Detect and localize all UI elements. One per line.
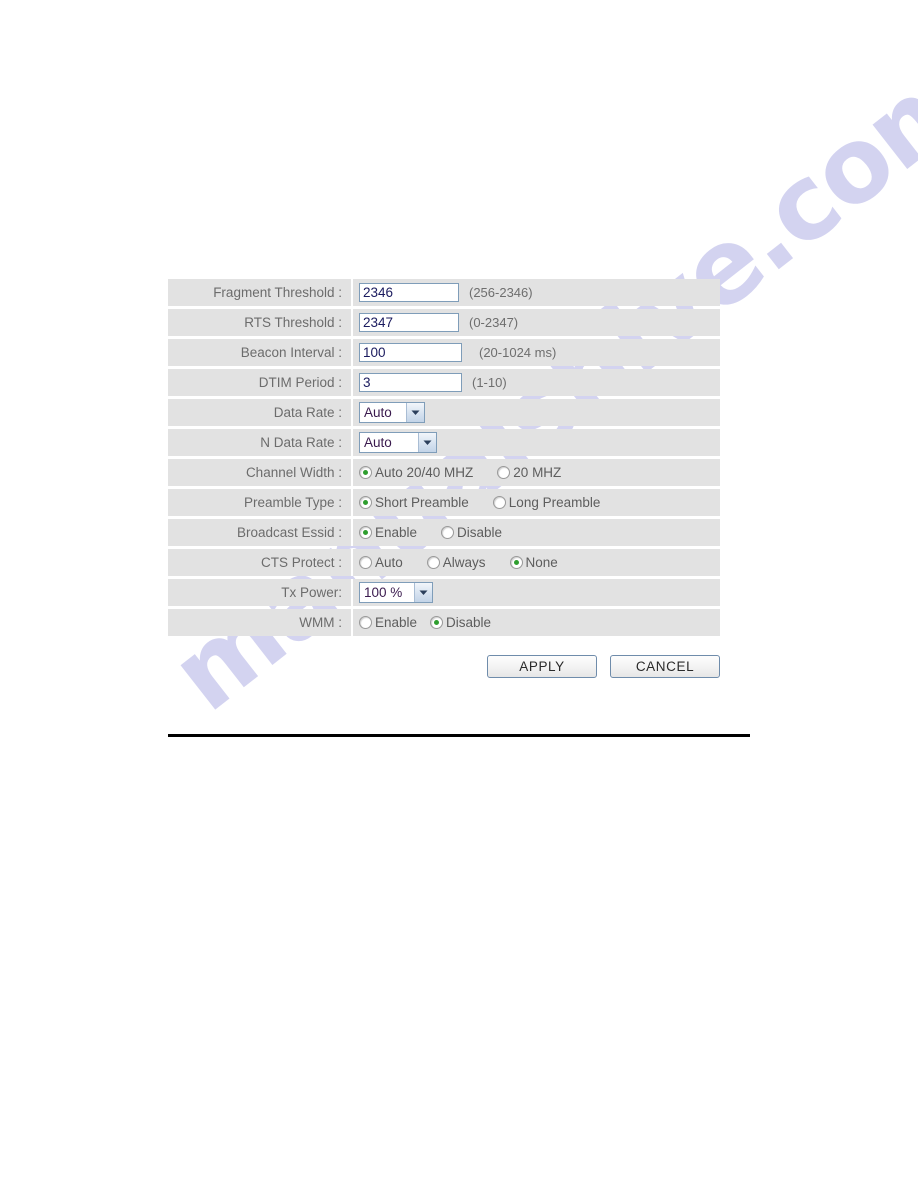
radio-label: Auto 20/40 MHZ — [375, 465, 474, 480]
n-data-rate-select[interactable]: Auto — [359, 432, 437, 453]
cancel-button[interactable]: CANCEL — [610, 655, 720, 678]
channel-width-option-auto-2040[interactable]: Auto 20/40 MHZ — [359, 465, 473, 480]
row-value-fragment-threshold: (256-2346) — [353, 279, 720, 306]
radio-label: Auto — [375, 555, 403, 570]
cts-protect-option-always[interactable]: Always — [426, 555, 486, 570]
radio-button-icon[interactable] — [430, 616, 444, 629]
radio-label: Short Preamble — [375, 495, 469, 510]
cts-protect-option-auto[interactable]: Auto — [359, 555, 403, 570]
row-label-beacon-interval: Beacon Interval : — [168, 339, 353, 366]
radio-button-icon[interactable] — [441, 526, 455, 539]
radio-button-icon[interactable] — [497, 466, 511, 479]
data-rate-select-value: Auto — [364, 405, 392, 420]
table-row-n-data-rate: N Data Rate : Auto — [168, 429, 720, 456]
row-value-dtim-period: (1-10) — [353, 369, 720, 396]
row-label-data-rate: Data Rate : — [168, 399, 353, 426]
table-row-data-rate: Data Rate : Auto — [168, 399, 720, 426]
row-label-tx-power: Tx Power: — [168, 579, 353, 606]
table-row-channel-width: Channel Width : Auto 20/40 MHZ 20 MHZ — [168, 459, 720, 486]
radio-button-icon[interactable] — [492, 496, 506, 509]
table-row-wmm: WMM : Enable Disable — [168, 609, 720, 636]
table-row-broadcast-essid: Broadcast Essid : Enable Disable — [168, 519, 720, 546]
row-label-channel-width: Channel Width : — [168, 459, 353, 486]
apply-button[interactable]: APPLY — [487, 655, 597, 678]
broadcast-essid-option-disable[interactable]: Disable — [441, 525, 502, 540]
broadcast-essid-radio-group: Enable Disable — [359, 525, 502, 540]
row-value-wmm: Enable Disable — [353, 609, 720, 636]
row-label-rts-threshold: RTS Threshold : — [168, 309, 353, 336]
rts-threshold-hint: (0-2347) — [469, 315, 519, 330]
tx-power-select[interactable]: 100 % — [359, 582, 433, 603]
dtim-period-input[interactable] — [359, 373, 462, 392]
radio-label: Always — [442, 555, 486, 570]
preamble-type-option-short[interactable]: Short Preamble — [359, 495, 469, 510]
row-label-fragment-threshold: Fragment Threshold : — [168, 279, 353, 306]
n-data-rate-select-value: Auto — [364, 435, 392, 450]
data-rate-select[interactable]: Auto — [359, 402, 425, 423]
row-value-broadcast-essid: Enable Disable — [353, 519, 720, 546]
row-label-cts-protect: CTS Protect : — [168, 549, 353, 576]
table-row-rts-threshold: RTS Threshold : (0-2347) — [168, 309, 720, 336]
row-value-preamble-type: Short Preamble Long Preamble — [353, 489, 720, 516]
row-label-n-data-rate: N Data Rate : — [168, 429, 353, 456]
table-row-dtim-period: DTIM Period : (1-10) — [168, 369, 720, 396]
table-row-tx-power: Tx Power: 100 % — [168, 579, 720, 606]
preamble-type-radio-group: Short Preamble Long Preamble — [359, 495, 600, 510]
table-row-preamble-type: Preamble Type : Short Preamble Long Prea… — [168, 489, 720, 516]
radio-label: Disable — [446, 615, 492, 630]
broadcast-essid-option-enable[interactable]: Enable — [359, 525, 417, 540]
row-value-n-data-rate: Auto — [353, 429, 720, 456]
wmm-option-enable[interactable]: Enable — [359, 615, 417, 630]
row-value-beacon-interval: (20-1024 ms) — [353, 339, 720, 366]
chevron-down-icon — [418, 433, 436, 452]
fragment-threshold-input[interactable] — [359, 283, 459, 302]
radio-label: Enable — [375, 615, 418, 630]
chevron-down-icon — [406, 403, 424, 422]
radio-button-icon[interactable] — [426, 556, 440, 569]
rts-threshold-input[interactable] — [359, 313, 459, 332]
row-value-cts-protect: Auto Always None — [353, 549, 720, 576]
dtim-period-hint: (1-10) — [472, 375, 507, 390]
beacon-interval-input[interactable] — [359, 343, 462, 362]
radio-label: Enable — [375, 525, 418, 540]
radio-button-icon[interactable] — [359, 616, 372, 629]
fragment-threshold-hint: (256-2346) — [469, 285, 533, 300]
cts-protect-radio-group: Auto Always None — [359, 555, 558, 570]
table-row-cts-protect: CTS Protect : Auto Always None — [168, 549, 720, 576]
radio-label: Disable — [457, 525, 503, 540]
cts-protect-option-none[interactable]: None — [509, 555, 558, 570]
page-footer-divider — [168, 734, 750, 737]
row-value-channel-width: Auto 20/40 MHZ 20 MHZ — [353, 459, 720, 486]
radio-button-icon[interactable] — [509, 556, 523, 569]
row-label-broadcast-essid: Broadcast Essid : — [168, 519, 353, 546]
row-value-tx-power: 100 % — [353, 579, 720, 606]
channel-width-radio-group: Auto 20/40 MHZ 20 MHZ — [359, 465, 561, 480]
radio-button-icon[interactable] — [359, 466, 372, 479]
radio-label: Long Preamble — [508, 495, 601, 510]
radio-button-icon[interactable] — [359, 526, 372, 539]
chevron-down-icon — [414, 583, 432, 602]
row-label-wmm: WMM : — [168, 609, 353, 636]
table-row-fragment-threshold: Fragment Threshold : (256-2346) — [168, 279, 720, 306]
channel-width-option-20mhz[interactable]: 20 MHZ — [497, 465, 561, 480]
radio-button-icon[interactable] — [359, 556, 372, 569]
row-label-dtim-period: DTIM Period : — [168, 369, 353, 396]
preamble-type-option-long[interactable]: Long Preamble — [492, 495, 601, 510]
row-value-data-rate: Auto — [353, 399, 720, 426]
table-row-beacon-interval: Beacon Interval : (20-1024 ms) — [168, 339, 720, 366]
radio-label: None — [525, 555, 558, 570]
wireless-advanced-settings-table: Fragment Threshold : (256-2346) RTS Thre… — [168, 279, 720, 639]
tx-power-select-value: 100 % — [364, 585, 403, 600]
wmm-option-disable[interactable]: Disable — [430, 615, 491, 630]
radio-label: 20 MHZ — [513, 465, 562, 480]
beacon-interval-hint: (20-1024 ms) — [479, 345, 557, 360]
radio-button-icon[interactable] — [359, 496, 372, 509]
form-action-bar: APPLY CANCEL — [168, 655, 720, 678]
wmm-radio-group: Enable Disable — [359, 615, 491, 630]
row-value-rts-threshold: (0-2347) — [353, 309, 720, 336]
row-label-preamble-type: Preamble Type : — [168, 489, 353, 516]
